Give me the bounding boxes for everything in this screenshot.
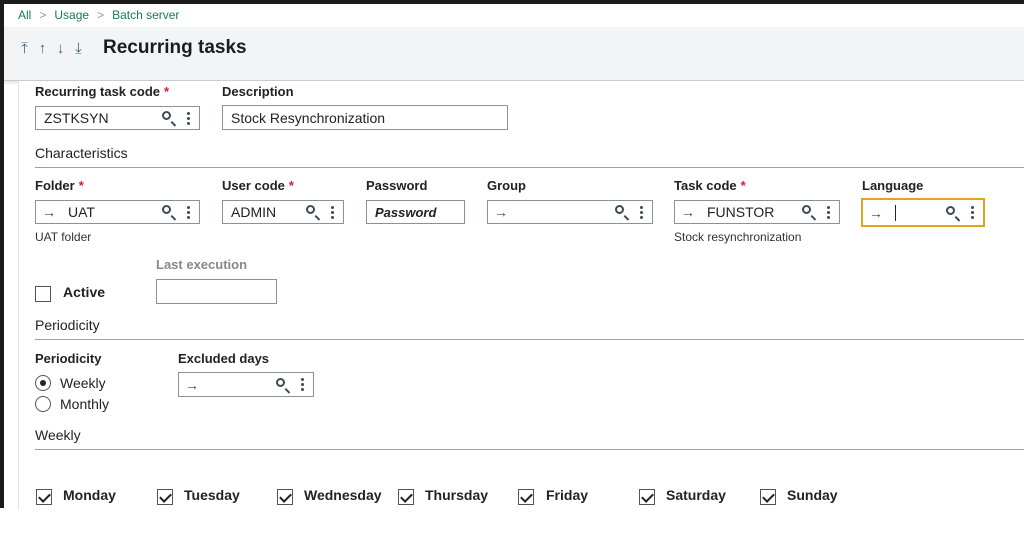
folder-helper-text: UAT folder [35,230,92,244]
password-input[interactable]: Password [366,200,465,224]
folder-label: Folder * [35,178,84,193]
weekly-radio[interactable] [35,375,51,391]
weekly-section-title: Weekly [35,427,81,443]
more-options-icon[interactable] [181,111,195,125]
sunday-label: Sunday [787,487,838,503]
text-caret [895,205,896,222]
window-top-border [0,0,1024,4]
last-execution-input[interactable] [156,279,277,304]
active-checkbox[interactable] [35,286,51,302]
arrow-right-icon[interactable]: → [675,204,701,220]
group-label: Group [487,178,526,193]
search-icon[interactable] [161,110,177,126]
previous-record-icon[interactable]: ↑ [36,40,49,57]
saturday-checkbox[interactable] [639,489,655,505]
last-record-icon[interactable]: ⤓ [72,40,85,57]
active-label: Active [63,284,106,300]
more-options-icon[interactable] [965,206,979,219]
task-code-label: Recurring task code * [35,84,170,99]
recurring-task-code-field[interactable]: ZSTKSYN [35,106,200,130]
page-title: Recurring tasks [103,37,247,58]
section-divider [35,449,1024,450]
side-handle[interactable] [0,486,4,500]
wednesday-checkbox[interactable] [277,489,293,505]
tuesday-checkbox[interactable] [157,489,173,505]
page-bottom [0,510,1024,536]
breadcrumb-all[interactable]: All [18,8,31,22]
search-icon[interactable] [161,204,177,220]
weekly-radio-label: Weekly [60,375,106,391]
monday-checkbox[interactable] [36,489,52,505]
wednesday-label: Wednesday [304,487,382,503]
section-divider [35,339,1024,340]
search-icon[interactable] [305,204,321,220]
language-field[interactable]: → [861,198,985,227]
more-options-icon[interactable] [295,378,309,391]
breadcrumb-usage[interactable]: Usage [54,8,89,22]
characteristics-section-title: Characteristics [35,145,128,161]
search-icon[interactable] [945,205,961,221]
arrow-right-icon[interactable]: → [36,204,62,220]
excluded-days-label: Excluded days [178,351,270,366]
description-label: Description [222,84,294,99]
periodicity-label: Periodicity [35,351,102,366]
sunday-checkbox[interactable] [760,489,776,505]
password-label: Password [366,178,428,193]
group-field[interactable]: → [487,200,653,224]
first-record-icon[interactable]: ⤒ [18,40,31,57]
chevron-right-icon: > [97,8,105,22]
friday-checkbox[interactable] [518,489,534,505]
record-navigation: ⤒ ↑ ↓ ⤓ [18,40,85,57]
task-code-field[interactable]: → FUNSTOR [674,200,840,224]
search-icon[interactable] [275,377,291,393]
last-execution-label: Last execution [156,257,248,272]
more-options-icon[interactable] [181,205,195,219]
more-options-icon[interactable] [634,205,648,219]
more-options-icon[interactable] [325,205,339,219]
breadcrumb: All > Usage > Batch server [18,8,179,22]
search-icon[interactable] [801,204,817,220]
saturday-label: Saturday [666,487,726,503]
monthly-radio[interactable] [35,396,51,412]
thursday-label: Thursday [425,487,489,503]
arrow-right-icon[interactable]: → [179,377,205,393]
tuesday-label: Tuesday [184,487,240,503]
folder-field[interactable]: → UAT [35,200,200,224]
search-icon[interactable] [614,204,630,220]
monthly-radio-label: Monthly [60,396,110,412]
friday-label: Friday [546,487,589,503]
breadcrumb-batch-server[interactable]: Batch server [112,8,179,22]
chevron-right-icon: > [39,8,47,22]
arrow-right-icon[interactable]: → [488,204,514,220]
task-code-helper-text: Stock resynchronization [674,230,802,244]
monday-label: Monday [63,487,116,503]
language-label: Language [862,178,924,193]
user-code-label: User code * [222,178,294,193]
task-code-char-label: Task code * [674,178,746,193]
recurring-task-code-value: ZSTKSYN [44,110,109,126]
description-input[interactable]: Stock Resynchronization [222,105,508,130]
arrow-right-icon[interactable]: → [863,205,889,221]
thursday-checkbox[interactable] [398,489,414,505]
section-divider [35,167,1024,168]
more-options-icon[interactable] [821,205,835,219]
user-code-field[interactable]: ADMIN [222,200,344,224]
next-record-icon[interactable]: ↓ [54,40,67,57]
periodicity-section-title: Periodicity [35,317,100,333]
excluded-days-field[interactable]: → [178,372,314,397]
